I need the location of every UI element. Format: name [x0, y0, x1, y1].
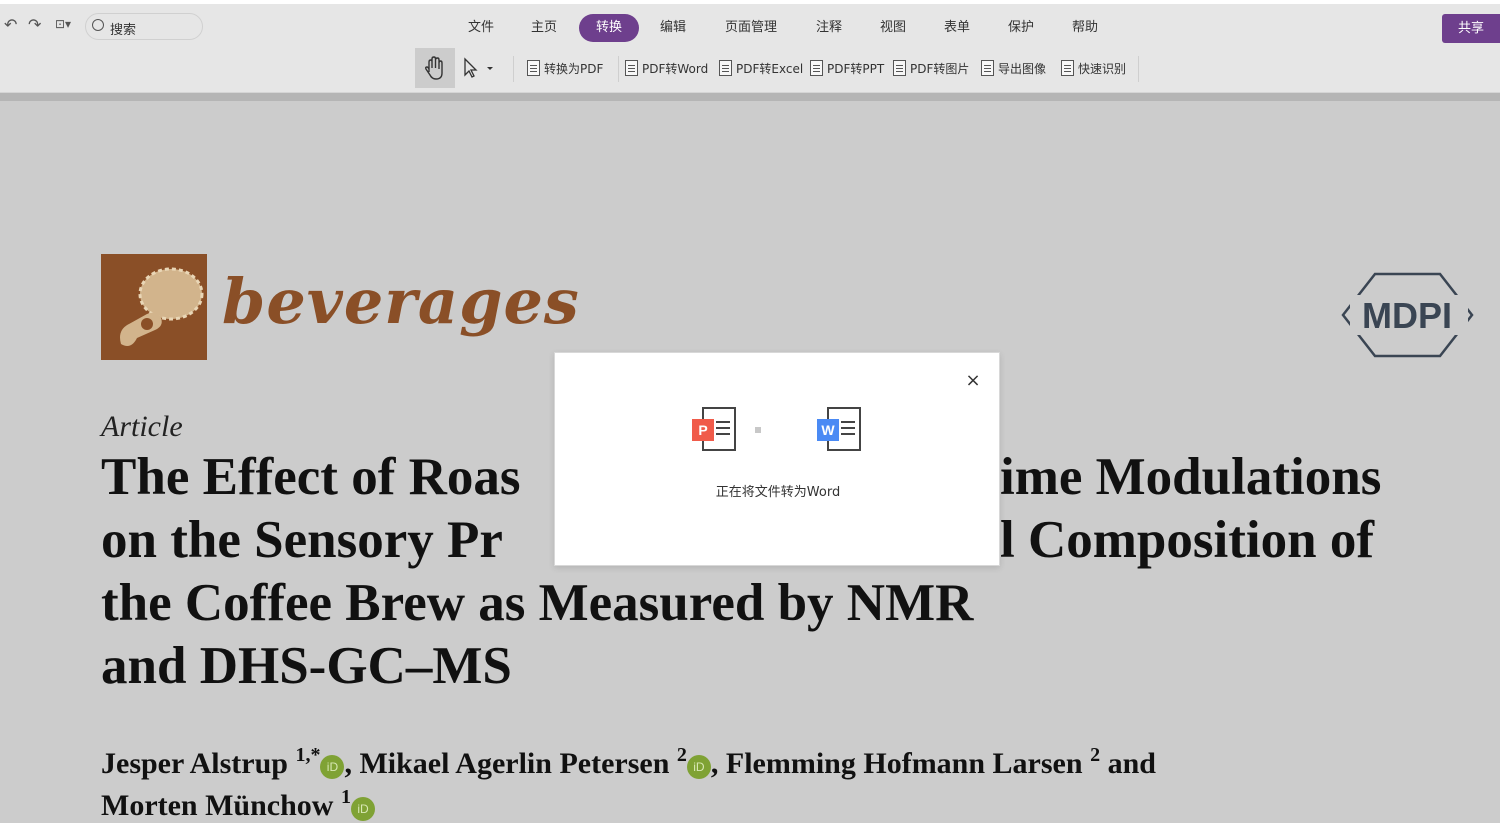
- menu-bar: ↶ ↷ ⊡▾ 搜索 文件 主页 转换 编辑 页面管理 注释 视图 表单 保护 帮…: [0, 0, 1500, 44]
- menu-file[interactable]: 文件: [458, 14, 504, 42]
- orcid-icon[interactable]: iD: [320, 755, 345, 779]
- hand-icon: [424, 56, 443, 80]
- document-icon: [810, 60, 823, 76]
- authors-line-2: Morten Münchow 1iD: [101, 786, 375, 823]
- search-icon: [92, 19, 104, 31]
- menu-home[interactable]: 主页: [521, 14, 567, 42]
- document-icon: [625, 60, 638, 76]
- menu-help[interactable]: 帮助: [1062, 14, 1108, 42]
- progress-indicator: [755, 427, 761, 433]
- conversion-progress-dialog: × P W 正在将文件转为Word: [554, 352, 1000, 566]
- redo-icon[interactable]: ↷: [28, 15, 41, 34]
- authors-line-1: Jesper Alstrup 1,*iD, Mikael Agerlin Pet…: [101, 744, 1156, 781]
- journal-name: beverages: [222, 265, 580, 338]
- search-input[interactable]: 搜索: [85, 13, 203, 40]
- menu-view[interactable]: 视图: [870, 14, 916, 42]
- p-badge: P: [692, 419, 714, 441]
- affiliation-sup: 2: [1090, 744, 1101, 766]
- bottle-cap-icon: [120, 267, 204, 346]
- menu-convert[interactable]: 转换: [579, 14, 639, 42]
- document-icon: [981, 60, 994, 76]
- author-name: Jesper Alstrup: [101, 747, 288, 780]
- undo-icon[interactable]: ↶: [4, 15, 17, 34]
- export-image-button[interactable]: 导出图像: [981, 58, 1046, 80]
- pdf-to-excel-button[interactable]: PDF转Excel: [719, 58, 803, 80]
- toolbar-separator: [513, 56, 514, 82]
- convert-to-pdf-button[interactable]: 转换为PDF: [527, 58, 603, 80]
- w-badge: W: [817, 419, 839, 441]
- orcid-icon[interactable]: iD: [350, 797, 375, 821]
- menu-edit[interactable]: 编辑: [650, 14, 696, 42]
- title-line-2: on the Sensory Pr: [101, 511, 503, 569]
- toolbar-separator: [618, 56, 619, 82]
- pdf-to-ppt-button[interactable]: PDF转PPT: [810, 58, 884, 80]
- affiliation-sup: 2: [676, 744, 687, 766]
- pdf-to-word-label: PDF转Word: [642, 62, 709, 76]
- menu-protect[interactable]: 保护: [998, 14, 1044, 42]
- author-name: , Mikael Agerlin Petersen: [344, 747, 670, 780]
- quick-ocr-button[interactable]: 快速识别: [1061, 58, 1126, 80]
- affiliation-sup: 1: [340, 786, 351, 808]
- ocr-icon: [1061, 60, 1074, 76]
- close-button[interactable]: ×: [962, 370, 984, 392]
- affiliation-sup: 1,*: [295, 744, 321, 766]
- toolbar-separator: [1138, 56, 1139, 82]
- title-line-2-tail: l Composition of: [1000, 511, 1374, 569]
- cursor-arrow-icon: [464, 57, 493, 78]
- word-target-file-icon: W: [817, 407, 863, 453]
- title-line-1: The Effect of Roas: [101, 448, 521, 506]
- pdf-to-image-label: PDF转图片: [910, 62, 970, 76]
- document-icon: [893, 60, 906, 76]
- journal-logo: [101, 254, 207, 360]
- zoom-dropdown-icon[interactable]: ⊡▾: [55, 17, 71, 31]
- publisher-logo: MDPI: [1340, 271, 1475, 359]
- conversion-status-message: 正在将文件转为Word: [715, 485, 841, 500]
- title-line-1-tail: ime Modulations: [1000, 448, 1382, 506]
- menu-page-management[interactable]: 页面管理: [716, 14, 786, 42]
- author-name: , Flemming Hofmann Larsen: [710, 747, 1083, 780]
- hand-tool-button[interactable]: [415, 48, 455, 88]
- menu-form[interactable]: 表单: [934, 14, 980, 42]
- pdf-to-image-button[interactable]: PDF转图片: [893, 58, 969, 80]
- toolbar-bottom-divider: [0, 93, 1500, 101]
- orcid-icon[interactable]: iD: [686, 755, 711, 779]
- menu-annotate[interactable]: 注释: [806, 14, 852, 42]
- title-line-3: the Coffee Brew as Measured by NMR: [101, 574, 974, 632]
- pdf-to-excel-label: PDF转Excel: [736, 62, 804, 76]
- search-placeholder: 搜索: [110, 23, 137, 38]
- quick-ocr-label: 快速识别: [1078, 62, 1127, 76]
- author-name: Morten Münchow: [101, 789, 334, 822]
- pdf-to-ppt-label: PDF转PPT: [827, 62, 885, 76]
- share-button[interactable]: 共享: [1442, 14, 1500, 43]
- title-line-4: and DHS-GC–MS: [101, 637, 512, 695]
- ribbon-toolbar: 转换为PDF PDF转Word PDF转Excel PDF转PPT PDF转图片…: [0, 44, 1500, 93]
- export-image-label: 导出图像: [998, 62, 1047, 76]
- select-tool-button[interactable]: [460, 56, 500, 80]
- pdf-to-word-button[interactable]: PDF转Word: [625, 58, 708, 80]
- publisher-name: MDPI: [1362, 295, 1452, 336]
- convert-to-pdf-label: 转换为PDF: [544, 62, 604, 76]
- pdf-source-file-icon: P: [692, 407, 738, 453]
- document-icon: [527, 60, 540, 76]
- article-type: Article: [101, 410, 183, 443]
- author-conjunction: and: [1100, 747, 1156, 780]
- document-icon: [719, 60, 732, 76]
